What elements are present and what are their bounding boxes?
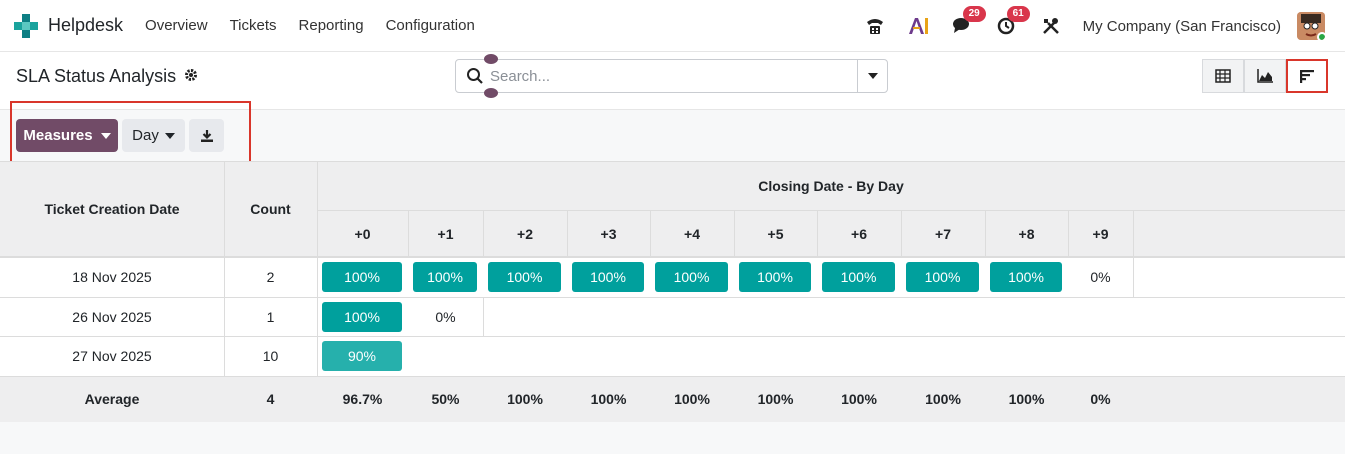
row-date: 27 Nov 2025 [72, 348, 152, 364]
column-header-closing-date: Closing Date - By Day [758, 177, 904, 194]
cohort-cell[interactable]: 100% [739, 262, 811, 292]
column-header-creation-date[interactable]: Ticket Creation Date [0, 161, 224, 257]
offset-header: +5 [767, 225, 784, 242]
grid-line [817, 210, 818, 257]
menu-overview[interactable]: Overview [145, 17, 208, 34]
offset-header: +8 [1018, 225, 1035, 242]
cohort-cell[interactable]: 100% [990, 262, 1062, 292]
average-cell: 100% [925, 391, 961, 407]
highlight-box [10, 101, 251, 165]
cohort-cell[interactable]: 100% [822, 262, 895, 292]
navbar-right: 29 61 My Company (San Francisco) [863, 0, 1345, 52]
average-count: 4 [266, 391, 275, 407]
brand[interactable]: Helpdesk [14, 13, 124, 38]
offset-header: +9 [1092, 225, 1109, 242]
online-status-icon [1317, 32, 1325, 40]
search-handle-top-icon [484, 54, 498, 64]
view-switcher [1202, 59, 1328, 93]
activities-badge: 61 [1006, 6, 1030, 22]
search-handle-bottom-icon [484, 88, 498, 98]
cohort-cell[interactable]: 0% [1068, 257, 1133, 297]
gear-icon[interactable] [184, 68, 198, 85]
grid-line [650, 210, 651, 257]
grid-line [734, 210, 735, 257]
pivot-view-button[interactable] [1202, 59, 1244, 93]
empty-area [0, 422, 1345, 454]
grid-line [317, 210, 1345, 211]
messages-badge: 29 [962, 6, 986, 22]
cohort-cell[interactable]: 100% [413, 262, 477, 292]
average-cell: 100% [590, 391, 627, 407]
table-icon [1215, 69, 1231, 83]
cohort-cell[interactable]: 100% [906, 262, 979, 292]
user-avatar[interactable] [1297, 12, 1325, 40]
messages-icon[interactable]: 29 [951, 6, 986, 38]
column-header-count[interactable]: Count [224, 161, 317, 257]
top-navbar: Helpdesk Overview Tickets Reporting Conf… [0, 0, 1345, 52]
offset-header: +7 [935, 225, 951, 242]
offset-header: +6 [851, 225, 867, 242]
company-switcher[interactable]: My Company (San Francisco) [1083, 18, 1281, 35]
page-title: SLA Status Analysis [16, 66, 177, 86]
graph-view-button[interactable] [1244, 59, 1286, 93]
row-count: 1 [266, 308, 275, 325]
chevron-down-icon [867, 73, 878, 79]
average-cell: 100% [757, 391, 794, 407]
average-cell: 100% [1008, 391, 1045, 407]
grid-line [1133, 257, 1134, 297]
cohort-cell[interactable]: 100% [572, 262, 644, 292]
offset-header: +0 [354, 225, 371, 242]
menu-tickets[interactable]: Tickets [230, 17, 277, 34]
app-name: Helpdesk [48, 15, 124, 35]
cohort-cell[interactable]: 100% [322, 262, 402, 292]
average-cell: 100% [674, 391, 710, 407]
search-options-toggle[interactable] [857, 60, 887, 92]
area-chart-icon [1257, 69, 1273, 83]
cohort-view-button[interactable] [1286, 59, 1328, 93]
grid-line [408, 210, 409, 257]
grid-line [1133, 210, 1134, 257]
cohort-cell[interactable]: 100% [655, 262, 728, 292]
activities-icon[interactable]: 61 [995, 6, 1030, 38]
cohort-cell[interactable]: 100% [322, 301, 402, 332]
ai-icon[interactable] [907, 14, 931, 38]
menu-reporting[interactable]: Reporting [299, 17, 364, 34]
grid-line [483, 297, 484, 336]
page-title-area: SLA Status Analysis [16, 66, 198, 87]
phone-icon[interactable] [863, 14, 887, 38]
cohort-cell[interactable]: 0% [408, 297, 483, 336]
row-count: 2 [266, 269, 275, 285]
grid-line [901, 210, 902, 257]
average-cell: 96.7% [342, 391, 383, 407]
search-bar[interactable]: Search... [455, 54, 888, 98]
row-date: 18 Nov 2025 [72, 269, 152, 285]
offset-header: +2 [517, 225, 533, 242]
average-cell: 100% [507, 391, 543, 407]
grid-line [483, 210, 484, 257]
main-menu: Overview Tickets Reporting Configuration [145, 17, 497, 34]
average-label: Average [84, 391, 140, 407]
grid-line [567, 210, 568, 257]
helpdesk-logo-icon [14, 13, 38, 38]
grid-line [985, 210, 986, 257]
cohort-cell[interactable]: 100% [488, 262, 561, 292]
average-cell: 50% [431, 391, 460, 407]
average-cell: 0% [1090, 391, 1111, 407]
cohort-cell[interactable]: 90% [322, 341, 402, 371]
row-count: 10 [262, 348, 279, 364]
search-input[interactable]: Search... [490, 68, 550, 85]
offset-header: +3 [600, 225, 617, 242]
menu-configuration[interactable]: Configuration [386, 17, 475, 34]
tools-icon[interactable] [1039, 14, 1063, 38]
offset-header: +4 [684, 225, 700, 242]
search-icon [467, 68, 483, 84]
grid-line [1068, 210, 1069, 257]
cohort-icon [1300, 70, 1314, 83]
average-cell: 100% [841, 391, 877, 407]
row-date: 26 Nov 2025 [72, 308, 152, 325]
offset-header: +1 [437, 225, 454, 242]
